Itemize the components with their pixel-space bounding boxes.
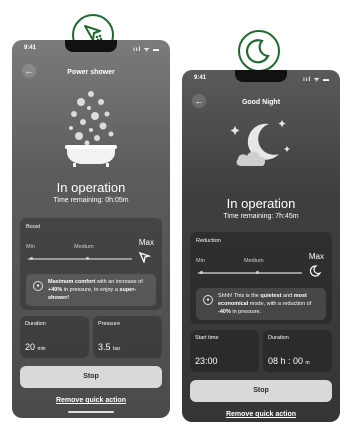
info-bold: -40%	[218, 309, 231, 315]
operation-status: In operation	[56, 180, 126, 195]
level-min[interactable]: Min	[196, 258, 205, 264]
boost-label: Boost	[26, 224, 41, 230]
time-remaining: Time remaining: 7h:45m	[223, 213, 299, 220]
pressure-card[interactable]: Pressure 3.5 bar	[93, 316, 162, 358]
location-pin-icon: ●	[203, 295, 213, 305]
slider-dot	[86, 257, 89, 260]
status-time: 9:41	[194, 75, 207, 81]
reduction-info-box: ● Shhh! This is the quietest and most ec…	[196, 288, 326, 320]
operation-status: In operation	[226, 196, 296, 211]
boost-info-box: ● Maximum comfort with an increase of +4…	[26, 274, 156, 306]
remove-quick-action-link[interactable]: Remove quick action	[12, 397, 170, 404]
status-bar: 9:41 ııl ᯤ ▬	[182, 74, 340, 84]
level-medium[interactable]: Medium	[244, 258, 264, 264]
stop-button[interactable]: Stop	[190, 380, 332, 402]
start-time-value: 23:00	[195, 356, 218, 366]
info-text: in pressure, to enjoy a	[62, 287, 120, 293]
level-medium[interactable]: Medium	[74, 244, 94, 250]
page-title: Good Night	[241, 99, 281, 106]
reduction-label: Reduction	[196, 238, 221, 244]
duration-card[interactable]: Duration 20 min	[20, 316, 89, 358]
duration-value: 20	[25, 342, 36, 352]
boost-card: Boost Min Medium Max ● Maximum comfort w…	[20, 218, 162, 310]
duration-value: 08 h : 00	[268, 356, 304, 366]
duration-unit: m	[305, 360, 310, 366]
slider-dot	[30, 257, 33, 260]
duration-label: Duration	[25, 321, 46, 327]
moon-badge-icon	[238, 30, 280, 72]
pressure-value: 3.5	[98, 342, 111, 352]
level-max[interactable]: Max	[139, 238, 154, 247]
reduction-card: Reduction Min Medium Max ● Shhh! This is…	[190, 232, 332, 324]
info-text: mode, with a reduction of	[248, 301, 312, 307]
level-min[interactable]: Min	[26, 244, 35, 250]
level-max[interactable]: Max	[309, 252, 324, 261]
status-time: 9:41	[24, 45, 37, 51]
status-icons: ııl ᯤ ▬	[133, 47, 160, 53]
pressure-unit: bar	[113, 346, 121, 352]
duration-unit: min	[37, 346, 46, 352]
power-shower-screen: 9:41 ııl ᯤ ▬ ← Power shower In operation…	[12, 40, 170, 418]
info-text: with an increase of	[95, 279, 143, 285]
start-time-label: Start time	[195, 335, 219, 341]
info-text: and	[281, 293, 294, 299]
info-bold: Maximum comfort	[48, 279, 96, 285]
start-time-card[interactable]: Start time 23:00	[190, 330, 259, 372]
status-bar: 9:41 ııl ᯤ ▬	[12, 44, 170, 54]
pressure-label: Pressure	[98, 321, 121, 327]
home-indicator	[68, 411, 114, 413]
slider-dot	[200, 271, 203, 274]
info-bold: quietest	[260, 293, 282, 299]
location-pin-icon: ●	[33, 281, 43, 291]
bathtub-bubbles-icon	[65, 91, 117, 167]
good-night-screen: 9:41 ııl ᯤ ▬ ← Good Night In operation T…	[182, 70, 340, 422]
shower-level-icon[interactable]	[138, 251, 152, 263]
remove-quick-action-link[interactable]: Remove quick action	[182, 411, 340, 418]
time-remaining: Time remaining: 0h:05m	[53, 197, 129, 204]
duration-card[interactable]: Duration 08 h : 00 m	[263, 330, 332, 372]
info-text: in pressure.	[230, 309, 262, 315]
level-slider-track[interactable]	[28, 258, 132, 260]
moon-level-icon[interactable]	[308, 264, 322, 277]
page-title: Power shower	[67, 69, 115, 76]
level-slider-track[interactable]	[198, 272, 302, 274]
slider-dot	[256, 271, 259, 274]
status-icons: ııl ᯤ ▬	[303, 77, 330, 83]
moon-cloud-stars-icon	[230, 120, 290, 166]
stop-button[interactable]: Stop	[20, 366, 162, 388]
duration-label: Duration	[268, 335, 289, 341]
info-text: Shhh! This is the	[218, 293, 261, 299]
info-bold: +40%	[48, 287, 63, 293]
